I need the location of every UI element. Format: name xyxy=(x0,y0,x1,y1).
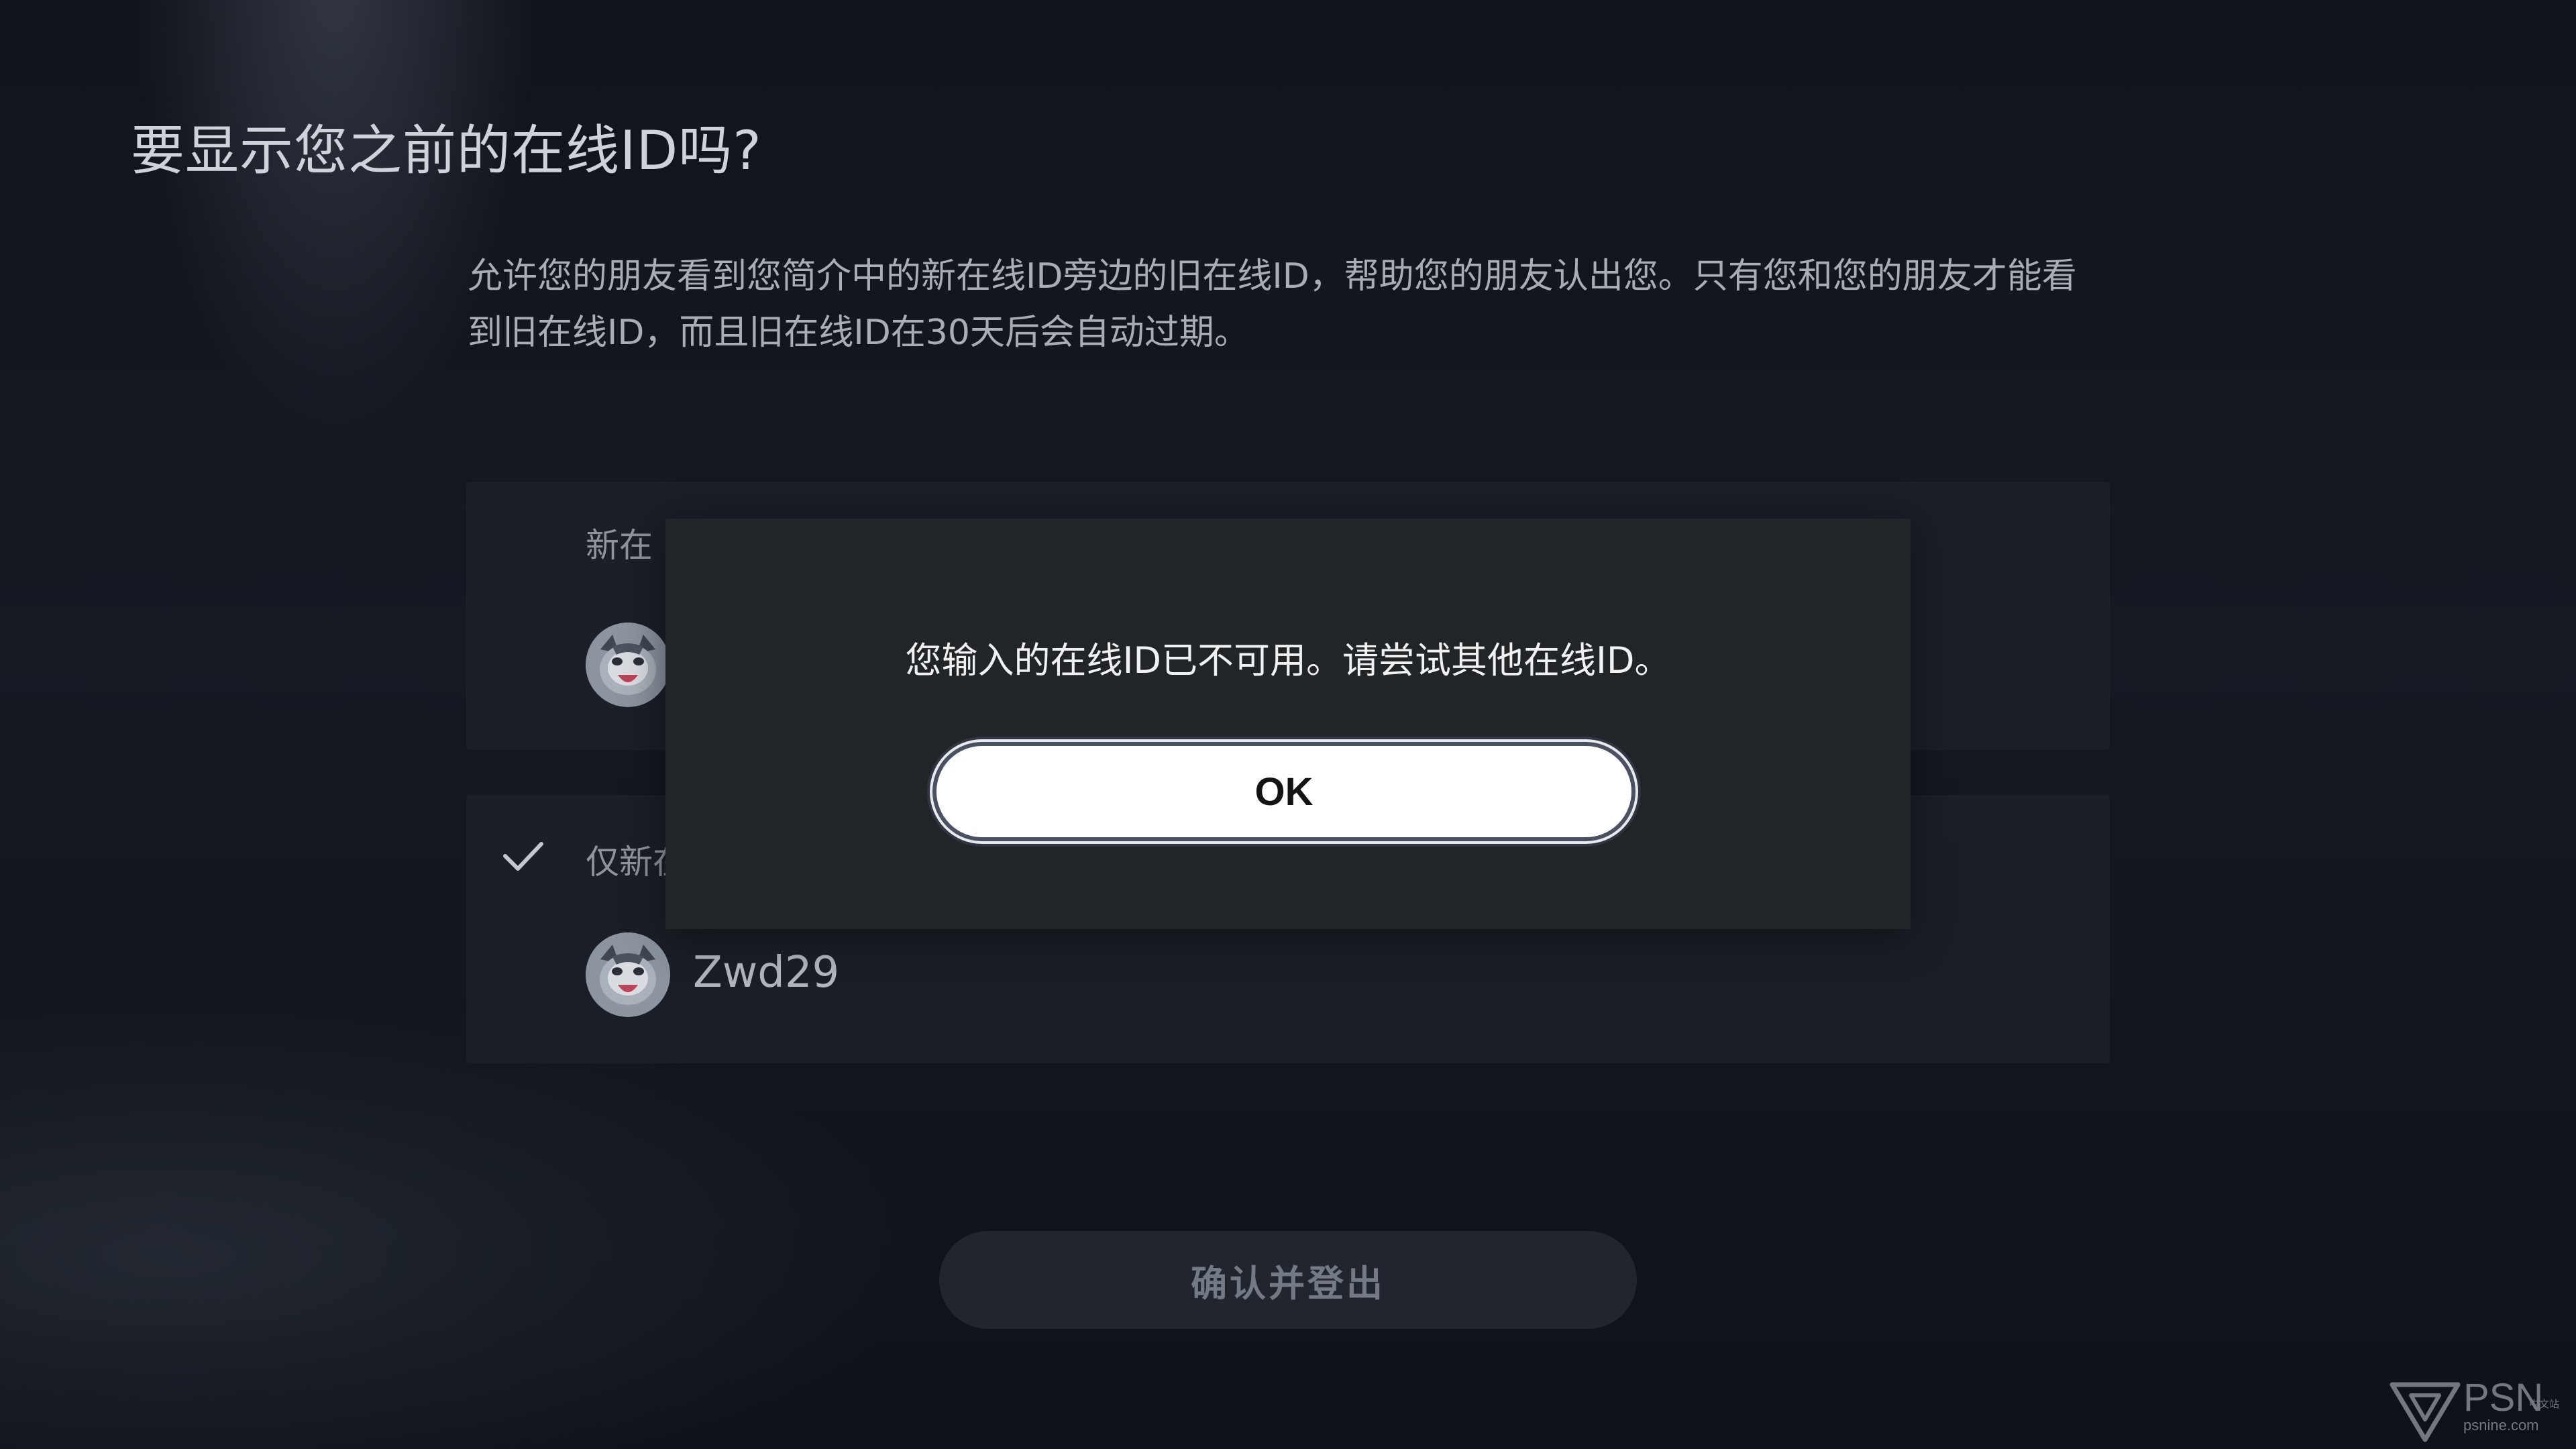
ok-button[interactable]: OK xyxy=(932,742,1635,841)
psnine-logo-icon xyxy=(2390,1382,2461,1442)
online-id: Zwd29 xyxy=(693,948,840,998)
confirm-and-sign-out-button[interactable]: 确认并登出 xyxy=(939,1231,1637,1329)
avatar xyxy=(586,623,670,707)
dialog-message: 您输入的在线ID已不可用。请尝试其他在线ID。 xyxy=(905,639,1671,682)
option-label: 新在 xyxy=(586,526,653,565)
check-icon xyxy=(503,842,543,871)
avatar xyxy=(586,932,670,1017)
watermark-cn: 中文站 xyxy=(2529,1398,2560,1410)
error-dialog: 您输入的在线ID已不可用。请尝试其他在线ID。 OK xyxy=(665,519,1911,929)
watermark: PSN 中文站 psnine.com xyxy=(2388,1375,2569,1442)
page-title: 要显示您之前的在线ID吗? xyxy=(131,119,762,182)
page-description: 允许您的朋友看到您简介中的新在线ID旁边的旧在线ID，帮助您的朋友认出您。只有您… xyxy=(468,256,2077,353)
watermark-url: psnine.com xyxy=(2463,1417,2539,1434)
cat-avatar-icon xyxy=(586,932,670,1017)
cat-avatar-icon xyxy=(586,623,670,707)
